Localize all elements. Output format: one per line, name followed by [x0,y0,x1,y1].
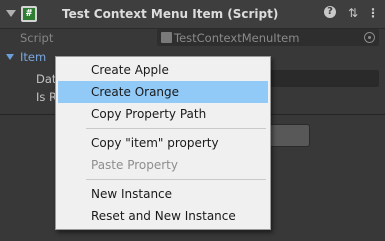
menu-item-copy-property-path[interactable]: Copy Property Path [58,103,268,125]
menu-item-label: Copy Property Path [91,107,207,121]
menu-item-create-orange[interactable]: Create Orange [58,81,268,103]
more-icon[interactable]: ⋮ [366,6,380,20]
component-header: # Test Context Menu Item (Script) ? ⇅ ⋮ [0,0,385,29]
foldout-arrow-icon[interactable] [6,10,16,17]
script-label: Script [20,31,54,45]
script-asset-icon [161,32,172,43]
menu-item-label: Create Apple [91,63,169,77]
data-field-input[interactable] [266,70,379,87]
menu-item-label: Paste Property [91,158,178,172]
is-r-field-label: Is R [36,90,58,104]
help-icon[interactable]: ? [324,6,338,20]
presets-icon[interactable]: ⇅ [346,6,360,20]
script-field-value: TestContextMenuItem [174,31,300,45]
item-foldout-arrow-icon[interactable] [6,54,14,60]
menu-item-paste-property: Paste Property [58,154,268,176]
component-title: Test Context Menu Item (Script) [62,7,279,21]
menu-separator [86,179,266,180]
menu-item-label: Create Orange [91,85,180,99]
menu-item-label: Reset and New Instance [91,209,236,223]
script-row: Script TestContextMenuItem [0,28,385,48]
csharp-script-icon: # [21,6,37,22]
context-menu: Create Apple Create Orange Copy Property… [55,56,271,230]
menu-item-create-apple[interactable]: Create Apple [58,59,268,81]
menu-item-label: New Instance [91,187,173,201]
script-object-field[interactable]: TestContextMenuItem [157,29,379,46]
menu-item-copy-item-property[interactable]: Copy "item" property [58,132,268,154]
item-foldout-label: Item [20,50,47,64]
menu-item-label: Copy "item" property [91,136,219,150]
object-picker-icon[interactable] [364,32,375,43]
menu-item-reset-and-new-instance[interactable]: Reset and New Instance [58,205,268,227]
data-field-label: Dat [36,72,57,86]
menu-item-new-instance[interactable]: New Instance [58,183,268,205]
menu-separator [86,128,266,129]
